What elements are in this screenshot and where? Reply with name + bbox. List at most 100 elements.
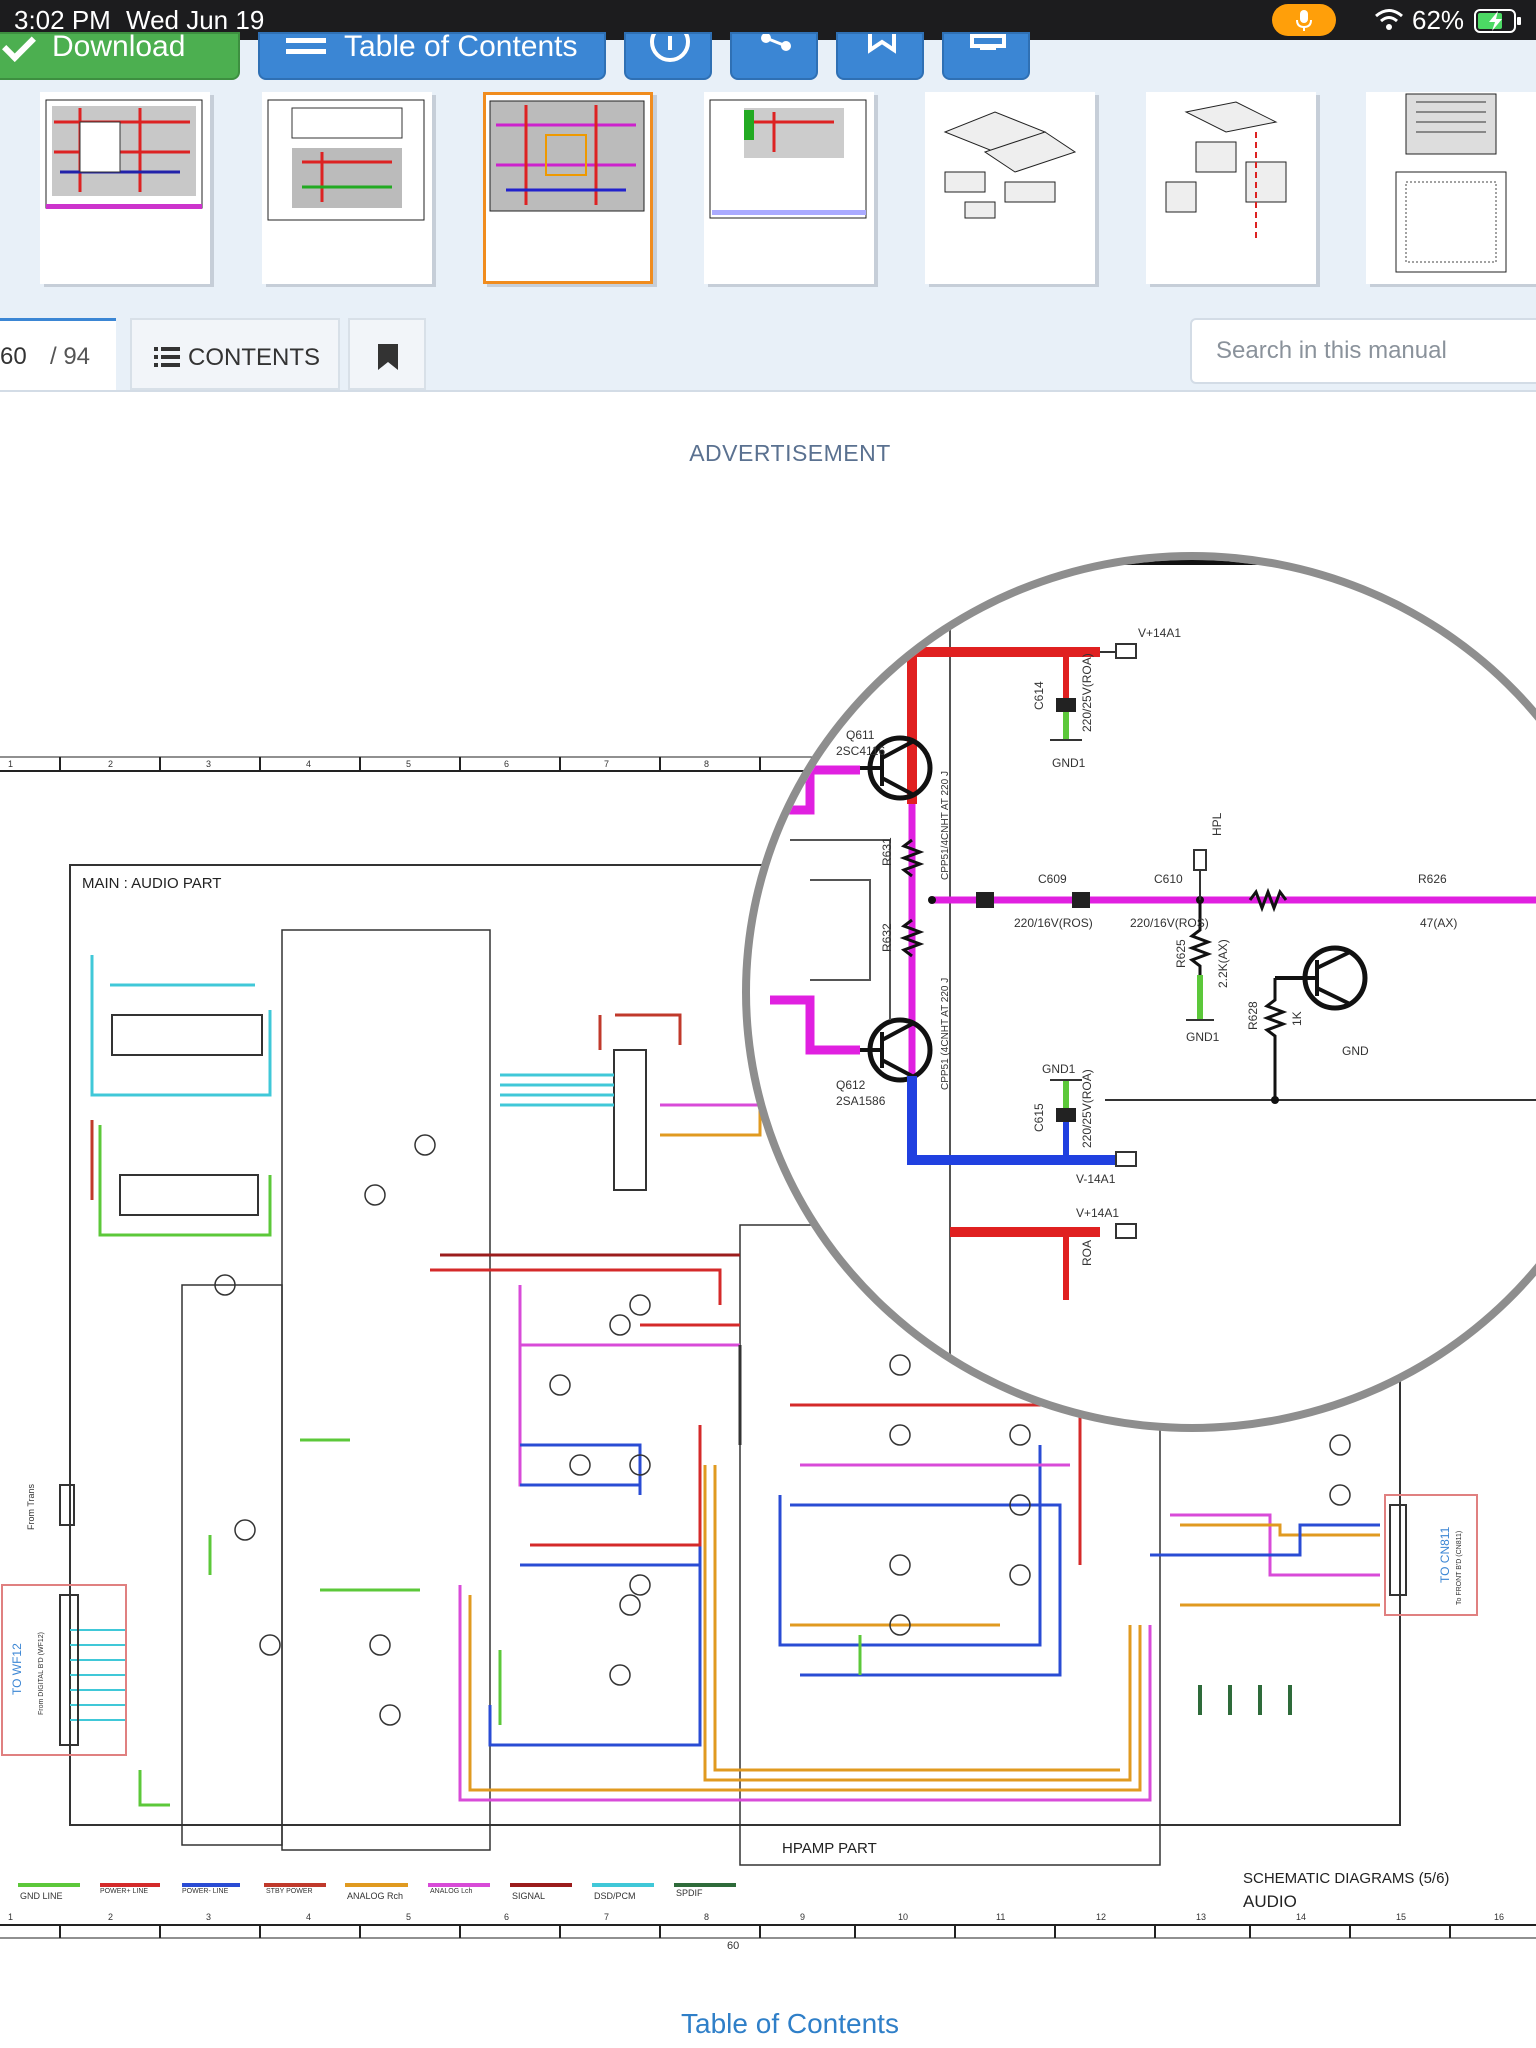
page-thumbnail-active[interactable] [483,92,653,284]
mag-label: C615 [1032,1103,1046,1132]
mag-label: 1K [1290,1011,1304,1026]
mag-label: 2SA1586 [836,1094,886,1108]
search-input[interactable] [1190,318,1536,384]
mag-label: C614 [1032,681,1046,710]
main-audio-part-label: MAIN : AUDIO PART [82,875,222,892]
mag-label: GND1 [1052,756,1086,770]
print-icon [970,34,1006,50]
mag-label: GND1 [1042,1062,1076,1076]
grid-number: 11 [996,1912,1006,1922]
mag-label: 220/25V(ROA) [1080,1069,1094,1148]
print-button[interactable] [942,32,1030,80]
mag-label: R632 [880,923,894,952]
toc-label: Table of Contents [344,32,578,63]
grid-number: 2 [108,759,114,769]
grid-number: 1 [8,1912,14,1922]
from-digital-label: From DIGITAL B'D (WF12) [38,1631,45,1715]
mag-label: V+14A1 [1076,1206,1120,1220]
to-cn811-label: TO CN811 [1438,1526,1452,1583]
legend-label: DSD/PCM [594,1891,636,1901]
grid-number: 5 [406,1912,412,1922]
legend-label: GND LINE [20,1891,63,1901]
grid-number: 9 [800,1912,806,1922]
to-front-label: To FRONT B'D (CN811) [1456,1530,1463,1605]
share-icon [761,34,791,51]
mag-label: 47(AX) [1420,916,1458,930]
mag-label: HPL [1210,812,1224,836]
share-button[interactable] [730,32,818,80]
page-number-input[interactable]: 60 / 94 [0,318,116,390]
info-icon [650,34,690,62]
grid-number: 15 [1396,1912,1407,1922]
page-thumbnails [0,82,1536,302]
page-thumbnail[interactable] [262,92,432,284]
bookmark-page-button[interactable] [348,318,426,390]
to-wf12-label: TO WF12 [10,1643,24,1695]
microphone-icon [1272,4,1336,36]
schematic-title: SCHEMATIC DIAGRAMS (5/6) [1243,1870,1450,1887]
page-thumbnail[interactable] [40,92,210,284]
advertisement-label: ADVERTISEMENT [689,440,891,466]
mag-label: ROA [1080,1239,1094,1266]
mag-label: R628 [1246,1001,1260,1030]
contents-button[interactable]: CONTENTS [130,318,340,390]
battery-charging-icon [1474,9,1521,33]
grid-number: 12 [1096,1912,1107,1922]
grid-number: 5 [406,759,412,769]
download-label: Download [52,32,186,63]
grid-number: 3 [206,1912,212,1922]
hpamp-part-label: HPAMP PART [782,1840,877,1857]
bookmark-toolbar-button[interactable] [836,32,924,80]
list-icon [154,347,180,367]
grid-number: 14 [1296,1912,1307,1922]
mag-label: Q612 [836,1078,866,1092]
legend-label: POWER+ LINE [100,1888,149,1895]
magnifier-loupe: V+14A1 Q611 2SC4116 C614 220/25V(ROA) GN… [742,552,1536,1432]
mag-label: C610 [1154,872,1183,886]
legend-label: ANALOG Lch [430,1888,473,1895]
grid-number: 8 [704,759,710,769]
page-thumbnail[interactable] [1146,92,1316,284]
page-thumbnail[interactable] [1366,92,1536,284]
legend-label: SIGNAL [512,1891,546,1901]
bookmark-icon [868,34,896,54]
mag-label: C609 [1038,872,1067,886]
mag-label: V-14A1 [1076,1172,1116,1186]
legend-label: SPDIF [676,1888,703,1898]
list-icon [286,38,326,54]
legend-label: POWER- LINE [182,1888,229,1895]
grid-number: 4 [306,1912,312,1922]
mag-label: 220/16V(ROS) [1014,916,1093,930]
page-thumbnail[interactable] [704,92,874,284]
mag-label: 220/25V(ROA) [1080,653,1094,732]
info-button[interactable] [624,32,712,80]
grid-number: 1 [8,759,14,769]
schematic-subtitle: AUDIO [1243,1892,1297,1911]
grid-number: 10 [898,1912,909,1922]
check-icon [2,34,36,62]
current-page: 60 [0,343,27,370]
grid-number: 8 [704,1912,710,1922]
grid-number: 13 [1196,1912,1207,1922]
grid-number: 7 [604,759,610,769]
from-trans-label: From Trans [26,1483,36,1530]
table-of-contents-link[interactable]: Table of Contents [0,2008,1536,2040]
bookmark-icon [378,344,398,370]
mag-label: R626 [1418,872,1447,886]
grid-number: 7 [604,1912,610,1922]
navigation-row: 60 / 94 CONTENTS [0,302,1536,392]
total-pages: / 94 [50,343,91,370]
grid-number: 6 [504,1912,510,1922]
mag-label: V+14A1 [1138,626,1182,640]
mag-label: R631 [880,837,894,866]
contents-label: CONTENTS [188,344,320,371]
legend-label: STBY POWER [266,1888,313,1895]
grid-number: 16 [1494,1912,1505,1922]
page-thumbnail[interactable] [925,92,1095,284]
table-of-contents-button[interactable]: Table of Contents [258,32,606,80]
mag-label: CPP51/4CNHT AT 220 J [940,771,951,880]
download-button[interactable]: Download [0,32,240,80]
app-root: 3:02 PM Wed Jun 19 62% Download Table of… [0,0,1536,2048]
mag-label: Q611 [846,728,875,742]
battery-percent: 62% [1412,5,1465,35]
